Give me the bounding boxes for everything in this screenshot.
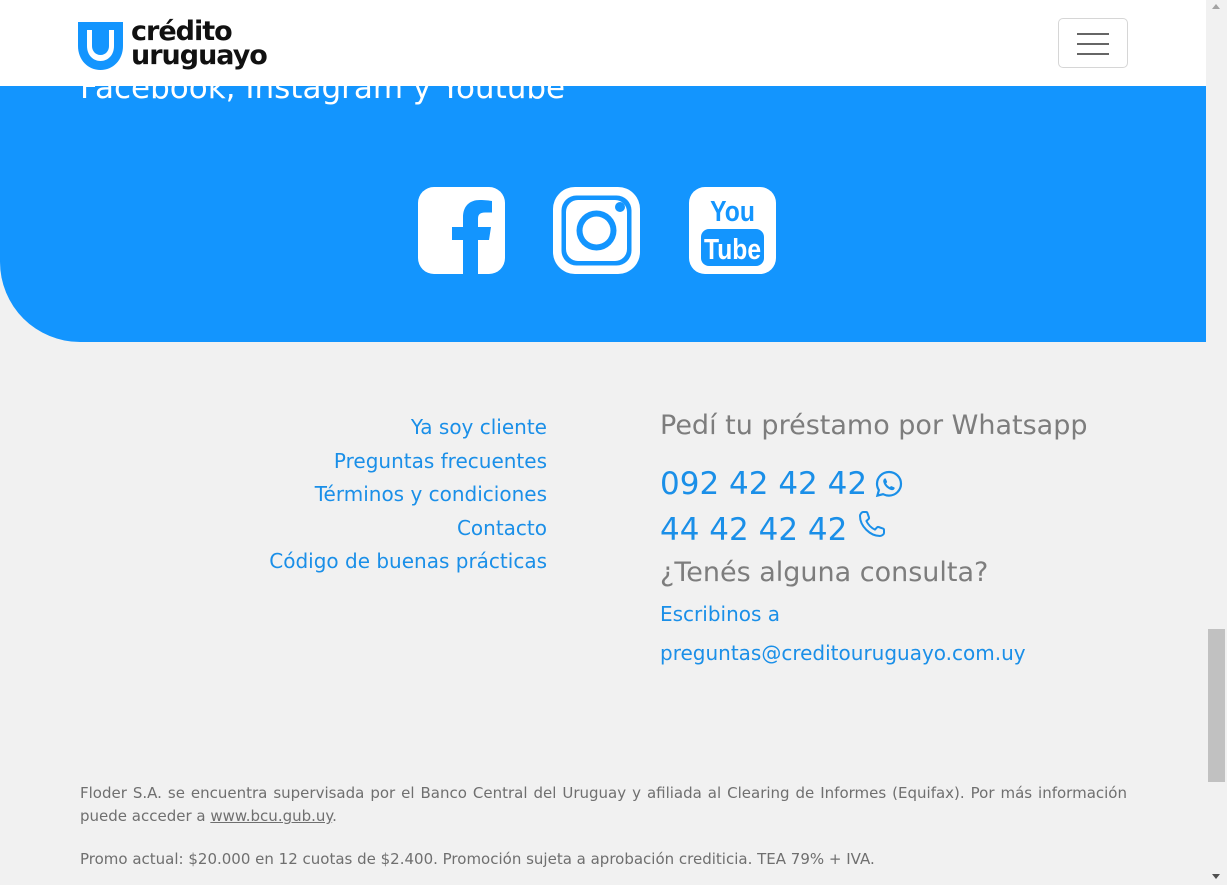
phone-number: 44 42 42 42 bbox=[660, 512, 848, 548]
whatsapp-number: 092 42 42 42 bbox=[660, 466, 868, 502]
link-terminos-condiciones[interactable]: Términos y condiciones bbox=[200, 478, 547, 512]
link-ya-soy-cliente[interactable]: Ya soy cliente bbox=[200, 411, 547, 445]
email-link[interactable]: preguntas@creditouruguayo.com.uy bbox=[660, 634, 1130, 673]
scroll-up-arrow-icon[interactable] bbox=[1212, 4, 1220, 9]
instagram-icon[interactable] bbox=[553, 187, 640, 274]
phone-icon bbox=[859, 511, 886, 537]
hamburger-bar bbox=[1077, 33, 1109, 35]
facebook-icon[interactable] bbox=[418, 187, 505, 274]
bcu-link[interactable]: www.bcu.gub.uy bbox=[210, 807, 332, 825]
link-contacto[interactable]: Contacto bbox=[200, 512, 547, 546]
hamburger-bar bbox=[1077, 43, 1109, 45]
scroll-down-arrow-icon[interactable] bbox=[1212, 874, 1220, 879]
whatsapp-icon bbox=[875, 470, 903, 498]
whatsapp-title: Pedí tu préstamo por Whatsapp bbox=[660, 410, 1088, 441]
question-title: ¿Tenés alguna consulta? bbox=[660, 557, 989, 588]
write-us-label: Escribinos a bbox=[660, 602, 781, 626]
svg-text:Tube: Tube bbox=[704, 233, 761, 265]
svg-text:You: You bbox=[710, 195, 755, 227]
link-preguntas-frecuentes[interactable]: Preguntas frecuentes bbox=[200, 445, 547, 479]
contact-section: Pedí tu préstamo por Whatsapp 092 42 42 … bbox=[660, 405, 1130, 673]
legal-text-end: . bbox=[332, 807, 337, 825]
legal-disclaimer: Floder S.A. se encuentra supervisada por… bbox=[80, 782, 1127, 828]
shield-logo-icon bbox=[78, 22, 123, 70]
top-navbar: crédito uruguayo bbox=[0, 0, 1206, 86]
scrollbar-thumb[interactable] bbox=[1208, 629, 1225, 782]
footer-links: Ya soy cliente Preguntas frecuentes Térm… bbox=[200, 411, 547, 579]
whatsapp-number-link[interactable]: 092 42 42 42 bbox=[660, 461, 1130, 507]
hamburger-menu-button[interactable] bbox=[1058, 18, 1128, 68]
phone-number-link[interactable]: 44 42 42 42 bbox=[660, 507, 1130, 553]
brand-line-2: uruguayo bbox=[131, 40, 268, 71]
brand-name: crédito uruguayo bbox=[131, 18, 268, 71]
promo-text: Promo actual: $20.000 en 12 cuotas de $2… bbox=[80, 850, 875, 868]
youtube-icon[interactable]: You Tube bbox=[689, 187, 776, 274]
link-codigo-buenas-practicas[interactable]: Código de buenas prácticas bbox=[200, 545, 547, 579]
brand-logo[interactable]: crédito uruguayo bbox=[78, 18, 268, 71]
hamburger-bar bbox=[1077, 53, 1109, 55]
